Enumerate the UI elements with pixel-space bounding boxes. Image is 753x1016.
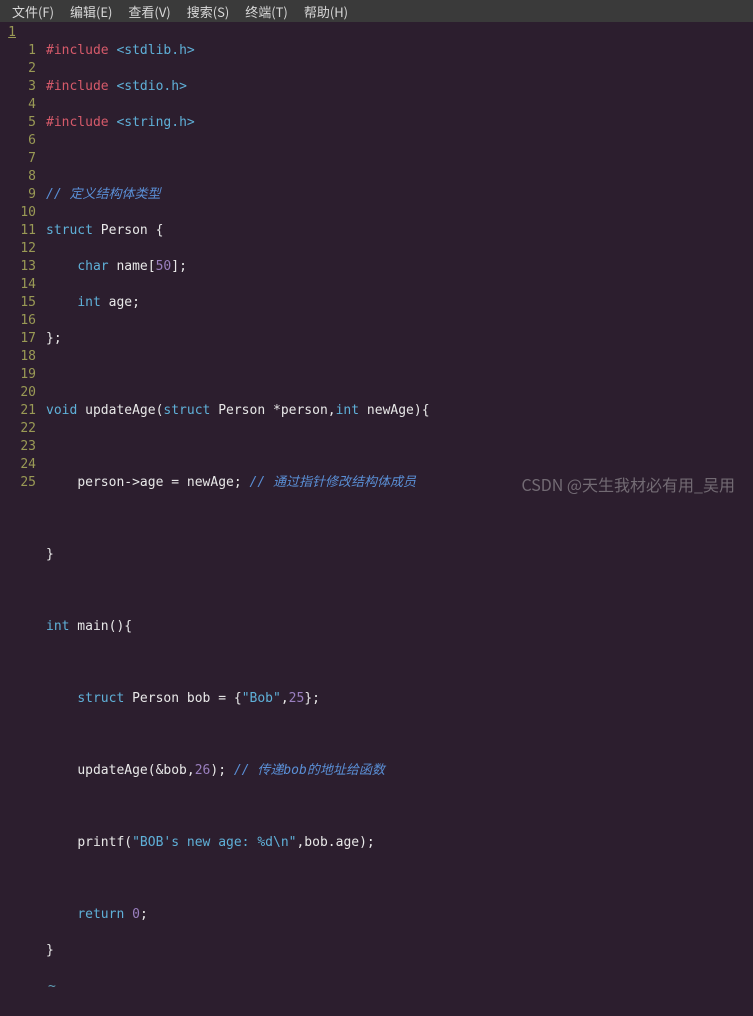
code-line: int main(){ (46, 618, 753, 636)
gutter-left: 1 (0, 22, 16, 508)
code-line (46, 510, 753, 528)
code-line (46, 870, 753, 888)
code-line: char name[50]; (46, 258, 753, 276)
code-line: return 0; (46, 906, 753, 924)
code-line: #include <string.h> (46, 114, 753, 132)
code-line (46, 582, 753, 600)
code-line: }; (46, 330, 753, 348)
menu-file[interactable]: 文件(F) (4, 0, 62, 23)
code-line (46, 798, 753, 816)
gutter-line-numbers: 12 345 678 91011 121314 151617 181920 21… (16, 22, 42, 508)
code-line: printf("BOB's new age: %d\n",bob.age); (46, 834, 753, 852)
menu-search[interactable]: 搜索(S) (179, 0, 238, 23)
menubar: 文件(F) 编辑(E) 查看(V) 搜索(S) 终端(T) 帮助(H) (0, 0, 753, 22)
code-line: #include <stdlib.h> (46, 42, 753, 60)
menu-help[interactable]: 帮助(H) (296, 0, 356, 23)
code-line: struct Person bob = {"Bob",25}; (46, 690, 753, 708)
code-line (46, 150, 753, 168)
code-line: void updateAge(struct Person *person,int… (46, 402, 753, 420)
code-line (46, 366, 753, 384)
code-line: updateAge(&bob,26); // 传递bob的地址给函数 (46, 762, 753, 780)
code-line (46, 654, 753, 672)
editor-area[interactable]: 1 12 345 678 91011 121314 151617 181920 … (0, 22, 753, 508)
code-line: // 定义结构体类型 (46, 186, 753, 204)
code-line: } (46, 942, 753, 960)
code-line: } (46, 546, 753, 564)
code-line: person->age = newAge; // 通过指针修改结构体成员 (46, 474, 753, 492)
code-line: struct Person { (46, 222, 753, 240)
menu-edit[interactable]: 编辑(E) (62, 0, 120, 23)
code-content[interactable]: #include <stdlib.h> #include <stdio.h> #… (42, 22, 753, 508)
menu-terminal[interactable]: 终端(T) (237, 0, 296, 23)
empty-line-tilde: ~ (46, 978, 753, 996)
code-line: #include <stdio.h> (46, 78, 753, 96)
code-line: int age; (46, 294, 753, 312)
menu-view[interactable]: 查看(V) (120, 0, 178, 23)
code-line (46, 726, 753, 744)
code-line (46, 438, 753, 456)
